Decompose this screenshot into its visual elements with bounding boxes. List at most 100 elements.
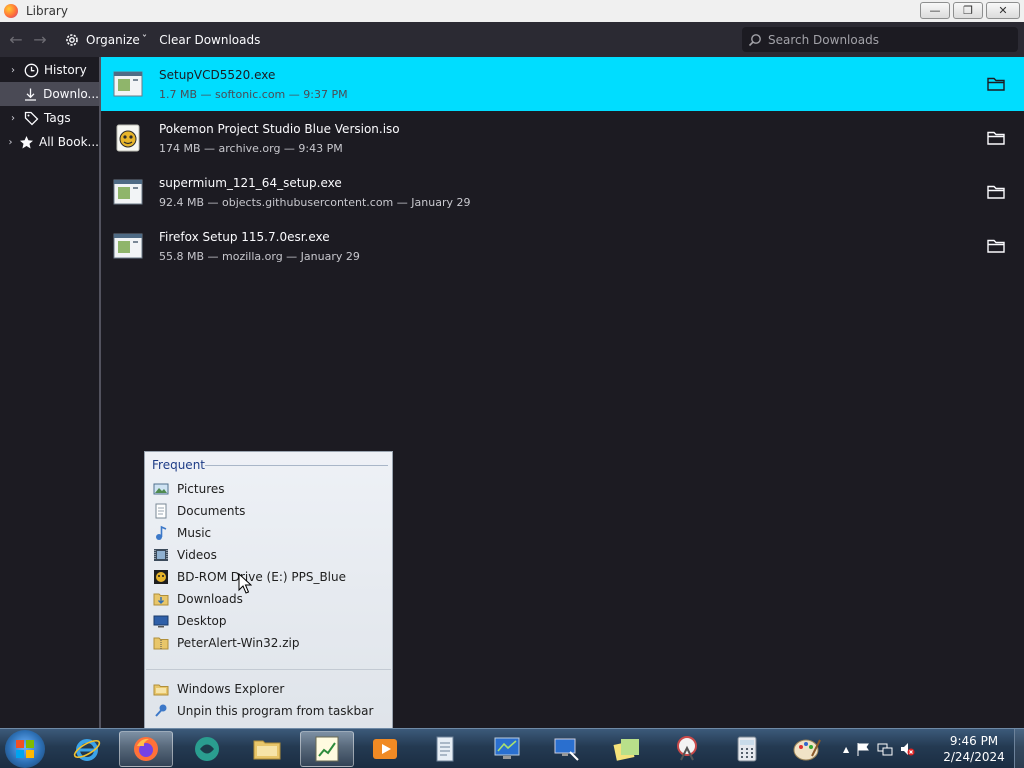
taskbar-windows-explorer[interactable]	[240, 731, 294, 767]
download-row[interactable]: supermium_121_64_setup.exe 92.4 MB — obj…	[101, 165, 1024, 219]
folder-icon[interactable]	[986, 130, 1006, 146]
expand-twisty-icon[interactable]: ›	[8, 113, 18, 124]
taskbar-remote-desktop[interactable]	[540, 731, 594, 767]
jump-list-item-desktop[interactable]: Desktop	[153, 610, 386, 632]
windows-taskbar: ▲ 9:46 PM 2/24/2024	[0, 728, 1024, 768]
jump-list-item-pictures[interactable]: Pictures	[153, 478, 386, 500]
window-title: Library	[26, 4, 68, 18]
folder-icon[interactable]	[986, 238, 1006, 254]
sidebar-item-downloads[interactable]: Downlo...	[0, 82, 99, 106]
sidebar-item-history[interactable]: › History	[0, 58, 99, 82]
download-icon	[25, 88, 37, 101]
jump-list-item-documents[interactable]: Documents	[153, 500, 386, 522]
action-center-flag-icon[interactable]	[855, 741, 871, 757]
folder-icon[interactable]	[986, 184, 1006, 200]
sidebar-item-label: Downlo...	[43, 87, 99, 101]
download-filename: supermium_121_64_setup.exe	[159, 176, 342, 190]
sidebar-item-tags[interactable]: › Tags	[0, 106, 99, 130]
bd-rom-drive-icon	[154, 570, 168, 584]
clear-downloads-button[interactable]: Clear Downloads	[153, 27, 266, 53]
header-divider	[205, 465, 388, 466]
download-details: 55.8 MB — mozilla.org — January 29	[159, 250, 360, 263]
back-button[interactable]: ←	[4, 28, 28, 52]
show-hidden-icons-button[interactable]: ▲	[843, 745, 849, 754]
jump-list-label: Music	[177, 526, 212, 540]
speaker-muted-icon[interactable]	[899, 741, 915, 757]
taskbar-firefox[interactable]	[119, 731, 173, 767]
forward-button[interactable]: →	[28, 28, 52, 52]
notepad-chart-icon	[315, 736, 339, 762]
exe-file-icon	[113, 71, 143, 97]
download-filename: Firefox Setup 115.7.0esr.exe	[159, 230, 330, 244]
library-sidebar: › History Downlo... › Tags › All Book...	[0, 57, 99, 728]
organize-button[interactable]: Organize ˇ	[58, 27, 153, 53]
taskbar-monitor[interactable]	[480, 731, 534, 767]
mouse-cursor-icon	[238, 573, 252, 594]
taskbar-paint[interactable]	[780, 731, 834, 767]
window-title-bar[interactable]: Library — ❐ ✕	[0, 0, 1024, 22]
taskbar-internet-explorer[interactable]	[60, 731, 114, 767]
paint-icon	[793, 739, 821, 761]
taskbar-snipping-tool[interactable]	[660, 731, 714, 767]
windows-logo-icon	[16, 740, 34, 758]
jump-list-item-videos[interactable]: Videos	[153, 544, 386, 566]
download-row[interactable]: SetupVCD5520.exe 1.7 MB — softonic.com —…	[101, 57, 1024, 111]
minimize-button[interactable]: —	[920, 2, 950, 19]
restore-button[interactable]: ❐	[953, 2, 983, 19]
jump-list-task-windows-explorer[interactable]: Windows Explorer	[153, 678, 386, 700]
expand-twisty-icon[interactable]: ›	[8, 65, 18, 76]
chevron-down-icon: ˇ	[141, 33, 148, 46]
tag-icon	[24, 111, 39, 125]
taskbar-notepad-chart[interactable]	[300, 731, 354, 767]
taskbar-clock[interactable]: 9:46 PM 2/24/2024	[942, 733, 1006, 765]
taskbar-document-viewer[interactable]	[418, 731, 472, 767]
videos-icon	[154, 549, 168, 561]
search-icon	[748, 33, 761, 46]
teal-app-icon	[195, 737, 219, 761]
document-viewer-icon	[436, 736, 454, 762]
jump-list-item-downloads[interactable]: Downloads	[153, 588, 386, 610]
jump-list-item-music[interactable]: Music	[153, 522, 386, 544]
jump-list-item-zip-file[interactable]: PeterAlert-Win32.zip	[153, 632, 386, 654]
download-details: 174 MB — archive.org — 9:43 PM	[159, 142, 343, 155]
jump-list-label: Unpin this program from taskbar	[177, 704, 374, 718]
jump-list-item-bd-rom-drive[interactable]: BD-ROM Drive (E:) PPS_Blue	[153, 566, 386, 588]
exe-file-icon	[113, 179, 143, 205]
jump-list-task-unpin[interactable]: Unpin this program from taskbar	[153, 700, 386, 722]
window-controls: — ❐ ✕	[920, 2, 1020, 19]
downloads-folder-icon	[153, 593, 169, 606]
remote-desktop-icon	[554, 738, 579, 761]
download-filename: SetupVCD5520.exe	[159, 68, 276, 82]
taskbar-media-player[interactable]	[358, 731, 412, 767]
windows-explorer-icon	[153, 684, 169, 696]
network-icon[interactable]	[877, 741, 893, 757]
search-input[interactable]	[768, 32, 1008, 47]
folder-icon[interactable]	[986, 76, 1006, 92]
snipping-tool-icon	[677, 736, 697, 761]
taskbar-jump-list: Frequent Pictures Documents Music Videos…	[144, 451, 393, 728]
organize-label: Organize	[86, 32, 140, 47]
start-button[interactable]	[5, 730, 45, 768]
monitor-icon	[494, 737, 520, 759]
download-details: 92.4 MB — objects.githubusercontent.com …	[159, 196, 471, 209]
internet-explorer-icon	[73, 739, 101, 761]
taskbar-teal-app[interactable]	[180, 731, 234, 767]
sidebar-item-all-bookmarks[interactable]: › All Book...	[0, 130, 100, 154]
download-row[interactable]: Firefox Setup 115.7.0esr.exe 55.8 MB — m…	[101, 219, 1024, 273]
exe-file-icon	[113, 233, 143, 259]
jump-list-label: Desktop	[177, 614, 227, 628]
search-box[interactable]	[742, 27, 1018, 52]
unpin-icon	[155, 704, 167, 717]
sidebar-item-label: History	[44, 63, 87, 77]
expand-twisty-icon[interactable]: ›	[8, 137, 13, 148]
clock-icon	[24, 63, 39, 77]
show-desktop-button[interactable]	[1014, 729, 1024, 768]
taskbar-sticky-notes[interactable]	[600, 731, 654, 767]
download-details: 1.7 MB — softonic.com — 9:37 PM	[159, 88, 348, 101]
close-button[interactable]: ✕	[986, 2, 1020, 19]
download-row[interactable]: Pokemon Project Studio Blue Version.iso …	[101, 111, 1024, 165]
pictures-icon	[153, 483, 169, 495]
taskbar-calculator[interactable]	[720, 731, 774, 767]
desktop-icon	[153, 615, 169, 628]
jump-list-label: Pictures	[177, 482, 225, 496]
